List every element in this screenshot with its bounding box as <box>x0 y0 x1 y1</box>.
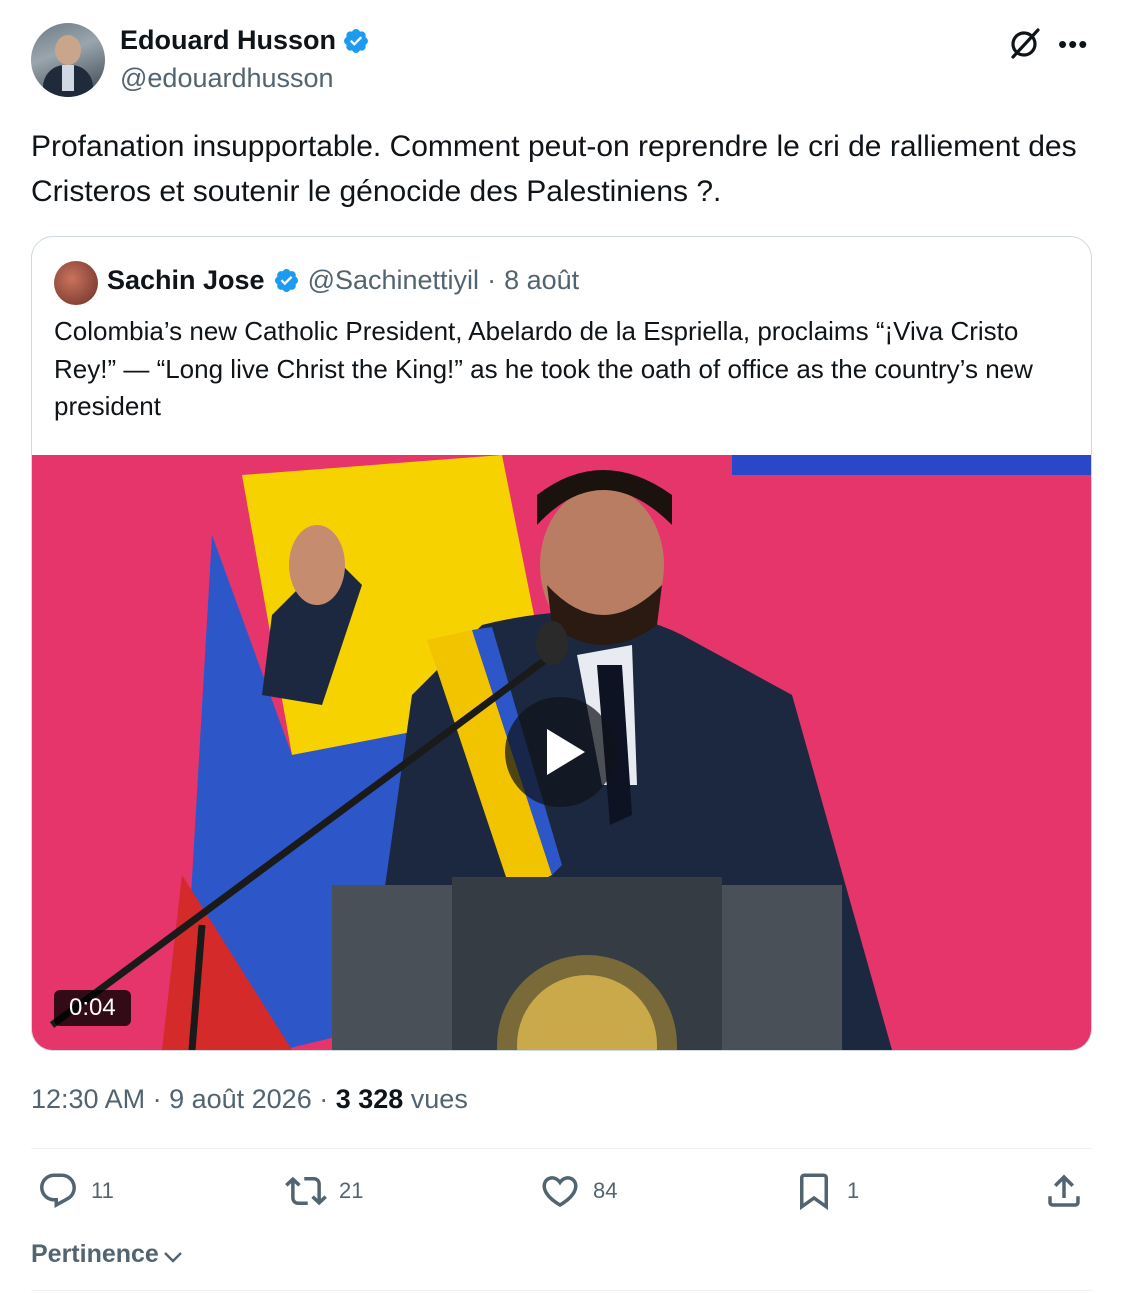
verified-badge-icon <box>344 28 368 53</box>
post-text: Profanation insupportable. Comment peut-… <box>31 130 1077 208</box>
author-name[interactable]: Edouard Husson <box>120 25 336 56</box>
quoted-separator: · <box>487 265 497 295</box>
views-label: vues <box>403 1084 468 1114</box>
divider-bottom <box>31 1290 1092 1291</box>
post-meta: 12:30 AM · 9 août 2026 · 3 328 vues <box>31 1084 468 1115</box>
sort-dropdown[interactable]: Pertinence <box>31 1239 185 1269</box>
chevron-down-icon <box>163 1252 182 1263</box>
avatar-head <box>55 35 81 65</box>
reply-button[interactable]: 11 <box>37 1170 114 1212</box>
quoted-date[interactable]: 8 août <box>504 265 579 296</box>
sort-label: Pertinence <box>31 1239 159 1268</box>
divider-top <box>31 1148 1092 1149</box>
bookmark-count: 1 <box>847 1178 860 1203</box>
share-icon <box>1048 1174 1080 1207</box>
quoted-author-avatar[interactable] <box>54 261 98 305</box>
action-bar: 11 21 84 1 <box>31 1170 1092 1220</box>
quoted-post-card[interactable]: Sachin Jose @Sachinettiyil · 8 août Colo… <box>31 236 1092 1051</box>
quoted-author-name[interactable]: Sachin Jose <box>107 265 265 296</box>
play-icon[interactable] <box>505 697 615 807</box>
verified-badge-icon <box>274 268 298 293</box>
reply-icon <box>40 1173 76 1208</box>
author-avatar[interactable] <box>31 23 105 97</box>
quoted-text: Colombia’s new Catholic President, Abela… <box>54 316 1033 421</box>
like-button[interactable]: 84 <box>539 1170 617 1212</box>
post-time-date[interactable]: 12:30 AM · 9 août 2026 · <box>31 1084 336 1114</box>
views-count: 3 328 <box>335 1084 404 1114</box>
video-player[interactable]: 0:04 <box>32 455 1091 1050</box>
bookmark-icon <box>800 1173 828 1211</box>
like-icon <box>542 1176 578 1208</box>
repost-button[interactable]: 21 <box>285 1170 363 1212</box>
quoted-header: Sachin Jose @Sachinettiyil · 8 août <box>107 265 579 296</box>
repost-icon <box>285 1176 327 1206</box>
repost-count: 21 <box>339 1178 364 1203</box>
like-count: 84 <box>593 1178 618 1203</box>
author-handle[interactable]: @edouardhusson <box>120 63 334 94</box>
author-name-row[interactable]: Edouard Husson <box>120 25 370 56</box>
avatar-shirt <box>62 65 74 91</box>
bookmark-button[interactable]: 1 <box>793 1170 859 1212</box>
share-button[interactable] <box>1043 1170 1085 1212</box>
quoted-author-handle[interactable]: @Sachinettiyil <box>308 265 479 296</box>
video-duration: 0:04 <box>54 990 131 1026</box>
reply-count: 11 <box>91 1178 114 1203</box>
more-icon[interactable]: ••• <box>1058 29 1088 60</box>
grok-icon[interactable] <box>1007 25 1043 61</box>
